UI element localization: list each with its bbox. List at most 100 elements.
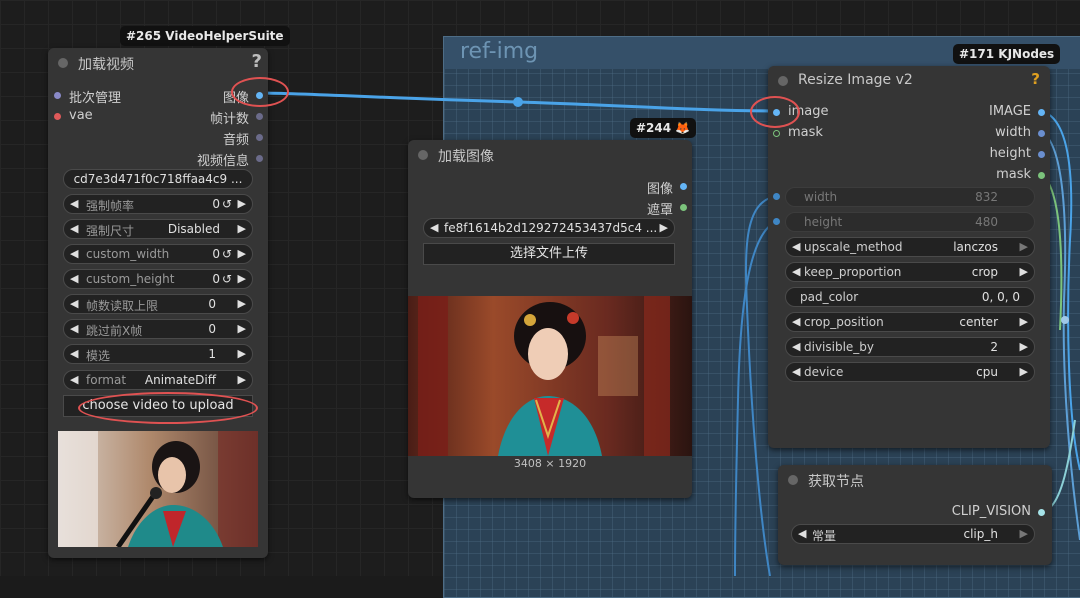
choose-file-upload-button[interactable]: 选择文件上传 [423, 243, 675, 265]
increment-arrow-icon[interactable]: ▶ [238, 322, 246, 335]
widget-upscale-method[interactable]: ◀ upscale_method lanczos ▶ [785, 237, 1035, 257]
file-name: cd7e3d471f0c718ffaa4c9 ... [73, 172, 243, 186]
collapse-dot-icon[interactable] [418, 150, 428, 160]
input-socket-icon[interactable] [54, 92, 61, 99]
image-file-combo[interactable]: ◀ fe8f1614b2d129272453437d5c4 ... ▶ [423, 218, 675, 238]
widget-device[interactable]: ◀ device cpu ▶ [785, 362, 1035, 382]
input-batch-manager[interactable]: 批次管理 [54, 86, 154, 106]
output-video-info[interactable]: 视频信息 [160, 149, 264, 169]
output-socket-icon[interactable] [680, 204, 687, 211]
decrement-arrow-icon[interactable]: ◀ [430, 221, 438, 234]
decrement-arrow-icon[interactable]: ◀ [792, 365, 800, 378]
widget-divisible-by[interactable]: ◀ divisible_by 2 ▶ [785, 337, 1035, 357]
output-socket-icon[interactable] [256, 155, 263, 162]
widget-custom-width[interactable]: ◀ custom_width 0 ↺ ▶ [63, 244, 253, 264]
node-header[interactable]: 加载视频 ? [48, 48, 268, 78]
increment-arrow-icon[interactable]: ▶ [1020, 265, 1028, 278]
decrement-arrow-icon[interactable]: ◀ [70, 222, 78, 235]
reset-icon[interactable]: ↺ [222, 272, 232, 286]
increment-arrow-icon[interactable]: ▶ [1020, 527, 1028, 540]
decrement-arrow-icon[interactable]: ◀ [792, 265, 800, 278]
widget-custom-height[interactable]: ◀ custom_height 0 ↺ ▶ [63, 269, 253, 289]
widget-crop-position[interactable]: ◀ crop_position center ▶ [785, 312, 1035, 332]
output-socket-icon[interactable] [1038, 509, 1045, 516]
input-mask[interactable]: mask [773, 124, 863, 144]
input-socket-icon[interactable] [773, 130, 780, 137]
help-icon[interactable]: ? [252, 51, 262, 72]
output-socket-icon[interactable] [1038, 151, 1045, 158]
decrement-arrow-icon[interactable]: ◀ [70, 322, 78, 335]
node-header[interactable]: 获取节点 [778, 465, 1052, 495]
node-header[interactable]: 加载图像 [408, 140, 692, 170]
reset-icon[interactable]: ↺ [222, 197, 232, 211]
increment-arrow-icon[interactable]: ▶ [238, 197, 246, 210]
decrement-arrow-icon[interactable]: ◀ [70, 247, 78, 260]
widget-value: center [959, 315, 998, 329]
increment-arrow-icon[interactable]: ▶ [238, 222, 246, 235]
widget-value: lanczos [953, 240, 998, 254]
increment-arrow-icon[interactable]: ▶ [1020, 315, 1028, 328]
output-frame-count[interactable]: 帧计数 [160, 107, 264, 127]
widget-force-size[interactable]: ◀ 强制尺寸 Disabled ▶ [63, 219, 253, 239]
node-header[interactable]: Resize Image v2 ? [768, 66, 1050, 96]
input-socket-icon[interactable] [54, 113, 61, 120]
widget-value: crop [971, 265, 998, 279]
decrement-arrow-icon[interactable]: ◀ [70, 197, 78, 210]
output-clip-vision[interactable]: CLIP_VISION [900, 503, 1046, 523]
increment-arrow-icon[interactable]: ▶ [1020, 365, 1028, 378]
decrement-arrow-icon[interactable]: ◀ [70, 297, 78, 310]
output-socket-icon[interactable] [256, 134, 263, 141]
input-label: mask [788, 125, 823, 140]
decrement-arrow-icon[interactable]: ◀ [70, 373, 78, 386]
output-socket-icon[interactable] [1038, 109, 1045, 116]
output-IMAGE[interactable]: IMAGE [940, 103, 1046, 123]
input-socket-icon[interactable] [773, 193, 780, 200]
widget-format[interactable]: ◀ format AnimateDiff ▶ [63, 370, 253, 390]
output-label: height [989, 146, 1031, 161]
output-mask[interactable]: mask [940, 166, 1046, 186]
widget-force-rate[interactable]: ◀ 强制帧率 0 ↺ ▶ [63, 194, 253, 214]
increment-arrow-icon[interactable]: ▶ [1020, 340, 1028, 353]
output-socket-icon[interactable] [680, 183, 687, 190]
increment-arrow-icon[interactable]: ▶ [238, 272, 246, 285]
output-width[interactable]: width [940, 124, 1046, 144]
widget-keep-proportion[interactable]: ◀ keep_proportion crop ▶ [785, 262, 1035, 282]
output-socket-icon[interactable] [1038, 172, 1045, 179]
video-file-combo[interactable]: cd7e3d471f0c718ffaa4c9 ... [63, 169, 253, 189]
output-audio[interactable]: 音频 [160, 128, 264, 148]
decrement-arrow-icon[interactable]: ◀ [792, 240, 800, 253]
output-label: width [995, 125, 1031, 140]
widget-height-converted[interactable]: height 480 [773, 212, 1035, 232]
widget-value: 0 [212, 272, 220, 286]
decrement-arrow-icon[interactable]: ◀ [792, 315, 800, 328]
output-socket-icon[interactable] [256, 113, 263, 120]
image-preview [408, 296, 692, 456]
input-socket-icon[interactable] [773, 218, 780, 225]
increment-arrow-icon[interactable]: ▶ [238, 347, 246, 360]
increment-arrow-icon[interactable]: ▶ [238, 373, 246, 386]
output-mask[interactable]: 遮罩 [580, 198, 688, 218]
output-height[interactable]: height [940, 145, 1046, 165]
widget-width-converted[interactable]: width 832 [773, 187, 1035, 207]
widget-constant[interactable]: ◀ 常量 clip_h ▶ [791, 524, 1035, 544]
collapse-dot-icon[interactable] [778, 76, 788, 86]
increment-arrow-icon[interactable]: ▶ [1020, 240, 1028, 253]
help-icon[interactable]: ? [1031, 70, 1040, 88]
decrement-arrow-icon[interactable]: ◀ [798, 527, 806, 540]
increment-arrow-icon[interactable]: ▶ [238, 297, 246, 310]
increment-arrow-icon[interactable]: ▶ [238, 247, 246, 260]
widget-frame-load-cap[interactable]: ◀ 帧数读取上限 0 ▶ [63, 294, 253, 314]
decrement-arrow-icon[interactable]: ◀ [70, 272, 78, 285]
decrement-arrow-icon[interactable]: ◀ [70, 347, 78, 360]
collapse-dot-icon[interactable] [58, 58, 68, 68]
increment-arrow-icon[interactable]: ▶ [660, 221, 668, 234]
output-image[interactable]: 图像 [580, 177, 688, 197]
widget-select-every-nth[interactable]: ◀ 模选 1 ▶ [63, 344, 253, 364]
widget-skip-first-frames[interactable]: ◀ 跳过前X帧 0 ▶ [63, 319, 253, 339]
widget-pad-color[interactable]: pad_color 0, 0, 0 [785, 287, 1035, 307]
reset-icon[interactable]: ↺ [222, 247, 232, 261]
output-socket-icon[interactable] [1038, 130, 1045, 137]
decrement-arrow-icon[interactable]: ◀ [792, 340, 800, 353]
input-vae[interactable]: vae [54, 107, 154, 127]
collapse-dot-icon[interactable] [788, 475, 798, 485]
